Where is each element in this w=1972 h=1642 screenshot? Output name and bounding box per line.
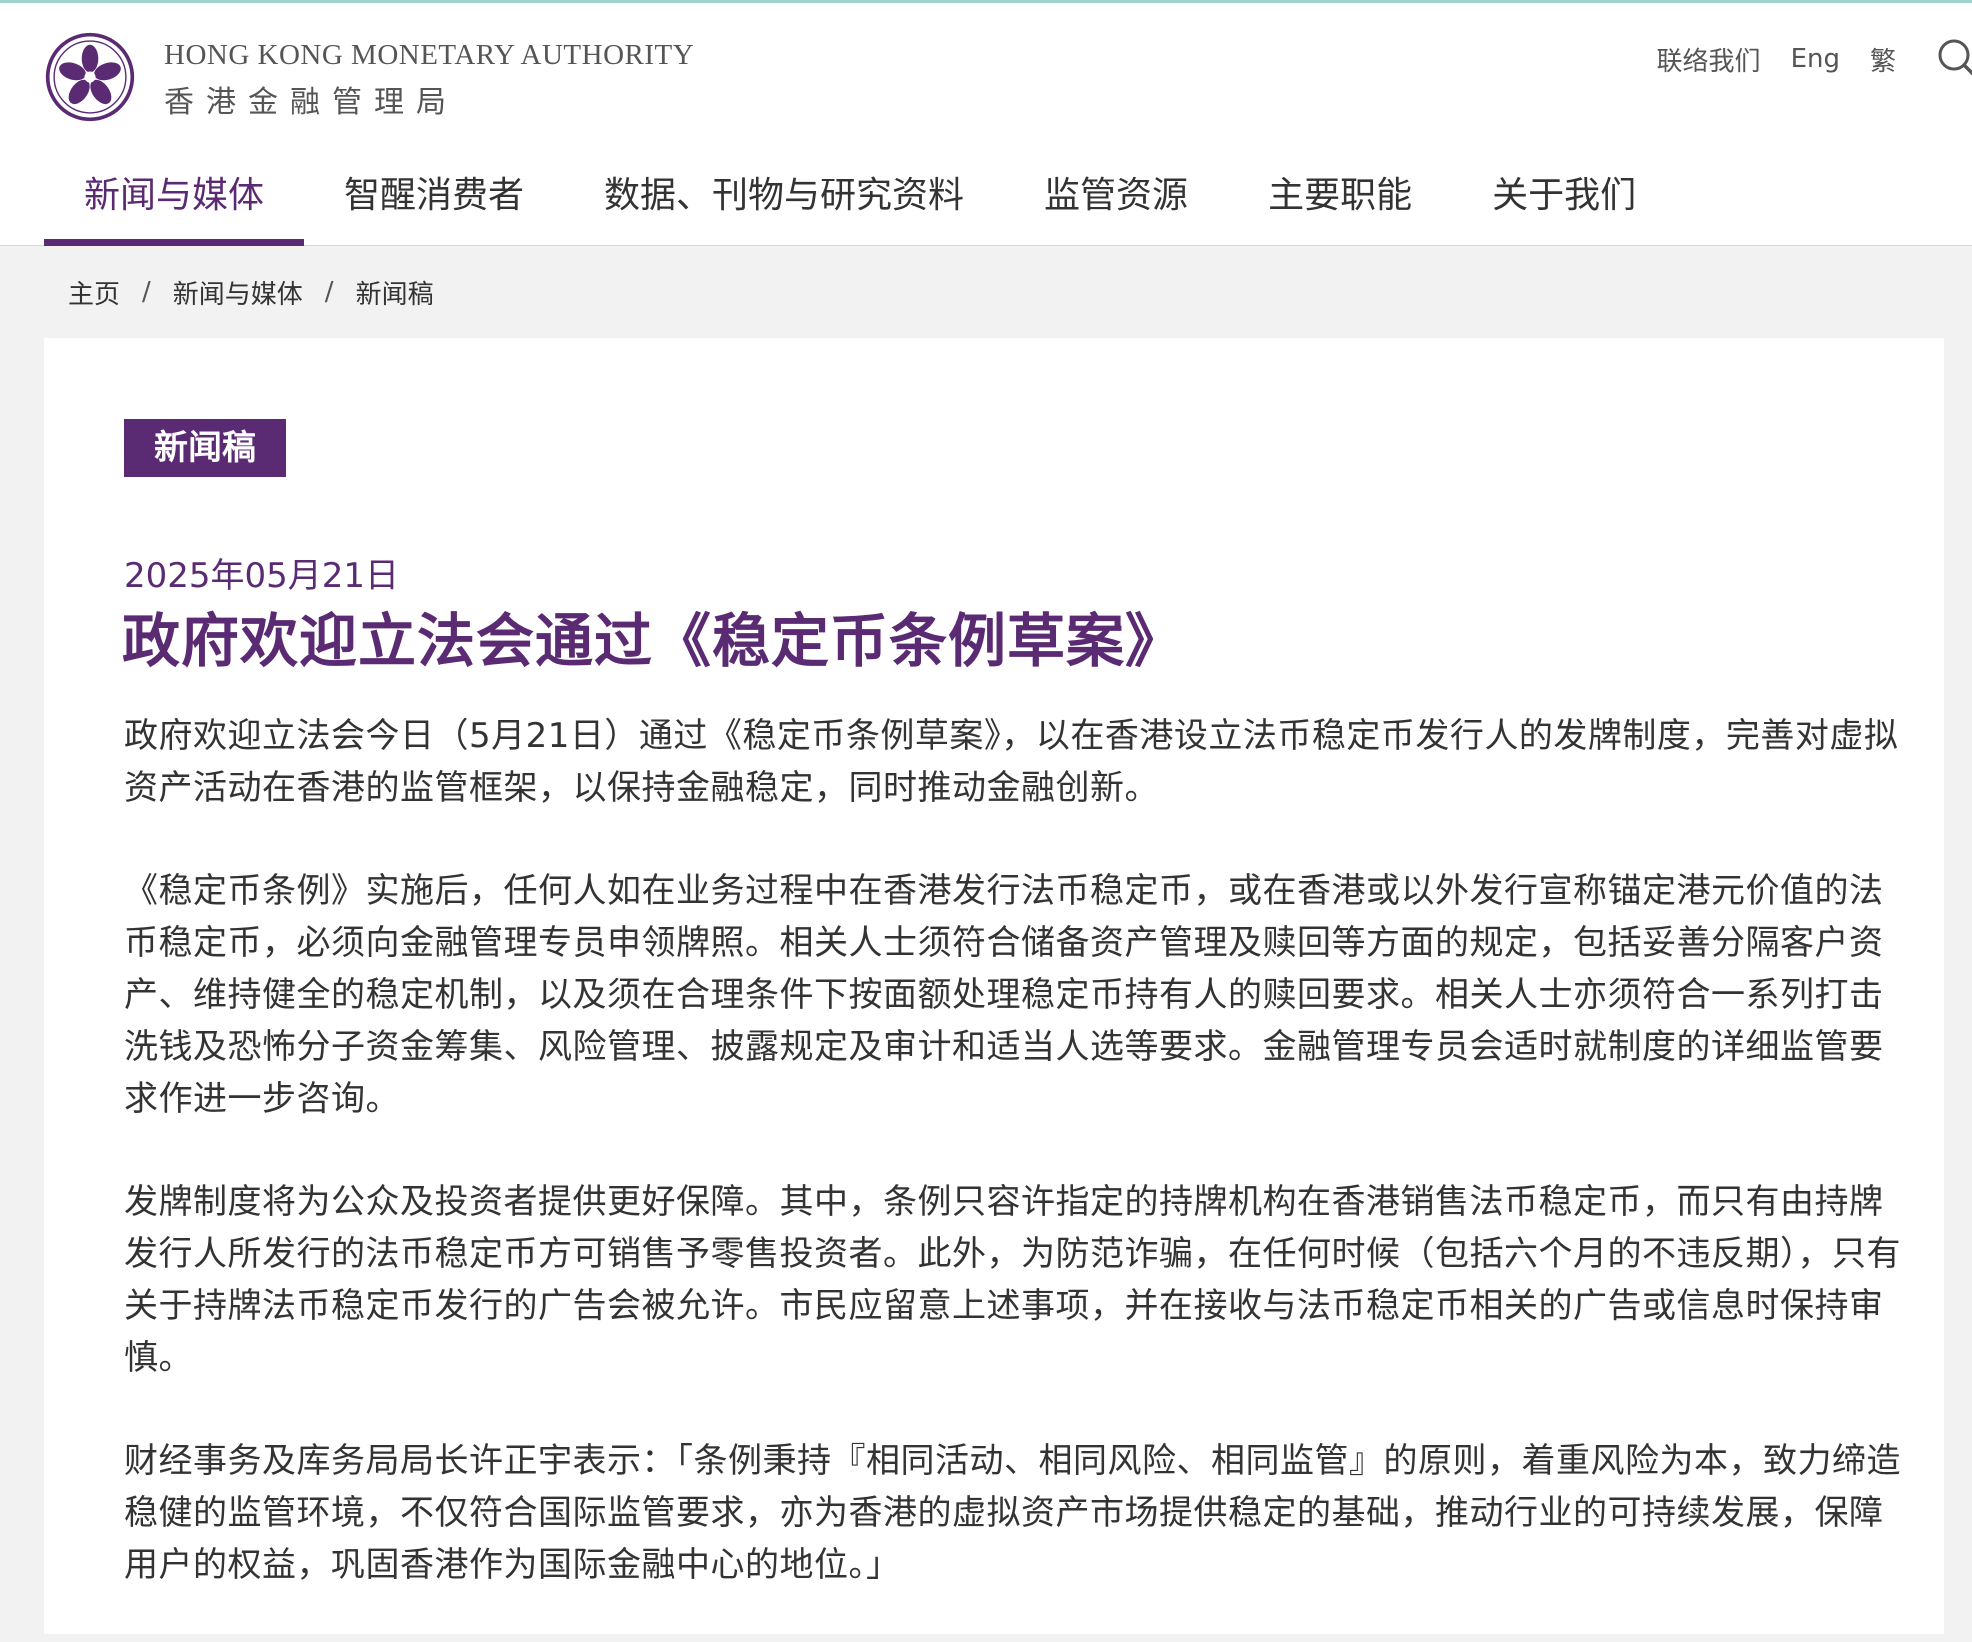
article-paragraph: 政府欢迎立法会今日（5月21日）通过《稳定币条例草案》，以在香港设立法币稳定币发… (124, 716, 1899, 808)
article-body: 政府欢迎立法会今日（5月21日）通过《稳定币条例草案》，以在香港设立法币稳定币发… (124, 710, 1904, 1642)
hkma-logo-icon[interactable] (44, 31, 136, 123)
utility-nav: 联络我们 Eng 繁 (1657, 39, 1972, 79)
nav-item-key-functions[interactable]: 主要职能 (1228, 166, 1452, 246)
article-paragraph: 发牌制度将为公众及投资者提供更好保障。其中，条例只容许指定的持牌机构在香港销售法… (124, 1182, 1901, 1378)
nav-item-smart-consumers[interactable]: 智醒消费者 (304, 166, 564, 246)
breadcrumb-news-media[interactable]: 新闻与媒体 (173, 274, 303, 311)
breadcrumb-separator: / (324, 277, 334, 307)
site-header: HONG KONG MONETARY AUTHORITY 香港金融管理局 联络我… (0, 3, 1972, 246)
breadcrumb: 主页 / 新闻与媒体 / 新闻稿 (68, 272, 434, 312)
lang-english-link[interactable]: Eng (1791, 44, 1840, 74)
breadcrumb-home[interactable]: 主页 (68, 274, 120, 311)
press-release-badge: 新闻稿 (124, 419, 286, 477)
nav-item-about-us[interactable]: 关于我们 (1452, 166, 1676, 246)
main-nav: 新闻与媒体 智醒消费者 数据、刊物与研究资料 监管资源 主要职能 关于我们 (44, 166, 1676, 246)
article-content: 新闻稿 2025年05月21日 政府欢迎立法会通过《稳定币条例草案》 政府欢迎立… (44, 338, 1944, 1634)
lang-traditional-chinese-link[interactable]: 繁 (1870, 41, 1896, 78)
article-paragraph: 《稳定币条例》实施后，任何人如在业务过程中在香港发行法币稳定币，或在香港或以外发… (124, 871, 1884, 1119)
contact-us-link[interactable]: 联络我们 (1657, 41, 1761, 78)
nav-item-regulatory-resources[interactable]: 监管资源 (1004, 166, 1228, 246)
search-icon[interactable] (1936, 37, 1972, 81)
breadcrumb-press-releases[interactable]: 新闻稿 (356, 274, 434, 311)
breadcrumb-separator: / (142, 277, 151, 307)
nav-item-data-publications-research[interactable]: 数据、刊物与研究资料 (564, 166, 1004, 246)
article-title: 政府欢迎立法会通过《稳定币条例草案》 (122, 607, 1185, 675)
article-paragraph: 财经事务及库务局局长许正宇表示：「条例秉持『相同活动、相同风险、相同监管』的原则… (124, 1441, 1901, 1585)
article-date: 2025年05月21日 (124, 556, 400, 596)
org-name-zh[interactable]: 香港金融管理局 (164, 77, 458, 121)
nav-item-news-media[interactable]: 新闻与媒体 (44, 166, 305, 246)
org-name-en[interactable]: HONG KONG MONETARY AUTHORITY (164, 39, 694, 72)
